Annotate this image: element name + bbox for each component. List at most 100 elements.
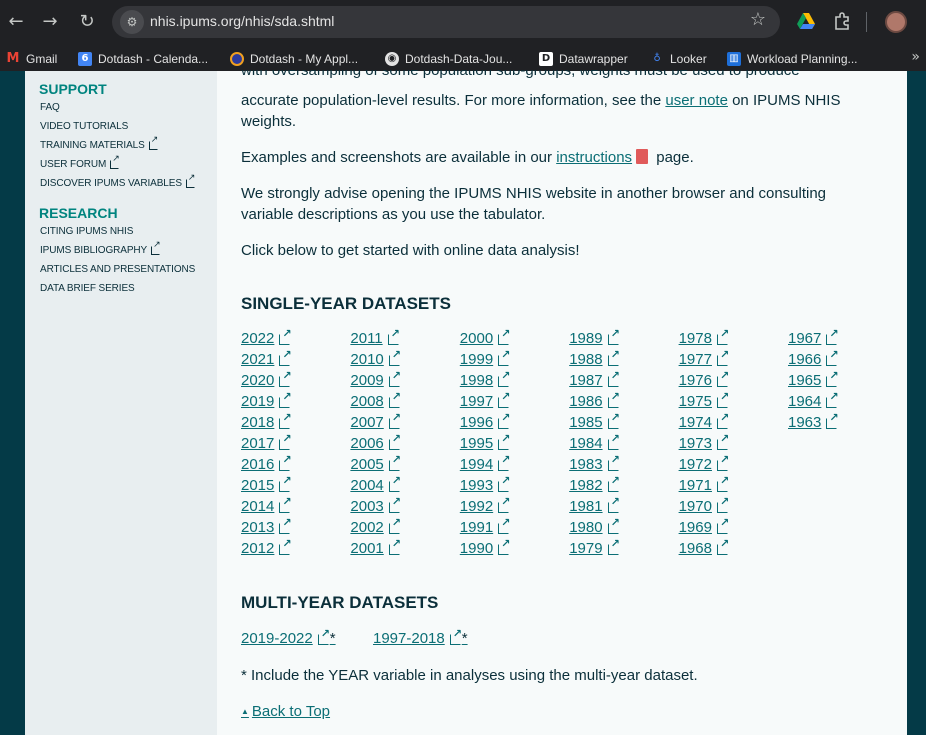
- bookmark-star-icon[interactable]: ☆: [750, 9, 766, 30]
- dataset-link-1972[interactable]: 1972: [679, 453, 730, 473]
- dataset-link-1963[interactable]: 1963: [788, 411, 839, 431]
- dataset-link-1999[interactable]: 1999: [460, 348, 511, 368]
- dataset-link-2008[interactable]: 2008: [350, 390, 401, 410]
- bookmark-dotdash-apps[interactable]: Dotdash - My Appl...: [230, 49, 358, 69]
- sidebar-link-discover-ipums-variables[interactable]: DISCOVER IPUMS VARIABLES: [40, 173, 195, 189]
- dataset-link-1966[interactable]: 1966: [788, 348, 839, 368]
- address-bar[interactable]: ⚙ nhis.ipums.org/nhis/sda.shtml ☆: [112, 6, 780, 38]
- reload-icon[interactable]: ↻: [73, 8, 101, 36]
- dataset-year-label: 1977: [678, 351, 712, 368]
- dataset-link-1980[interactable]: 1980: [569, 516, 620, 536]
- bookmark-datawrapper[interactable]: D Datawrapper: [539, 49, 628, 69]
- gmail-icon: M: [6, 51, 20, 66]
- bookmarks-overflow-icon[interactable]: »: [911, 49, 920, 65]
- sidebar-link-faq[interactable]: FAQ: [40, 102, 60, 113]
- external-link-icon: [279, 390, 292, 408]
- dataset-link-1998[interactable]: 1998: [460, 369, 511, 389]
- dataset-link-1970[interactable]: 1970: [679, 495, 730, 515]
- external-link-icon: [716, 348, 729, 366]
- bookmark-looker[interactable]: ♁ Looker: [650, 49, 706, 69]
- sidebar-link-articles-and-presentations[interactable]: ARTICLES AND PRESENTATIONS: [40, 264, 195, 275]
- dataset-link-2015[interactable]: 2015: [241, 474, 292, 494]
- external-link-icon: [607, 453, 620, 471]
- sidebar-link-training-materials[interactable]: TRAINING MATERIALS: [40, 135, 158, 151]
- bookmark-dotdash-calendar[interactable]: 6 Dotdash - Calenda...: [78, 49, 208, 69]
- dataset-link-2000[interactable]: 2000: [460, 327, 511, 347]
- dataset-link-1994[interactable]: 1994: [460, 453, 511, 473]
- profile-avatar[interactable]: [885, 11, 907, 33]
- dataset-link-1985[interactable]: 1985: [569, 411, 620, 431]
- dataset-year-label: 2009: [350, 372, 384, 389]
- dataset-link-1965[interactable]: 1965: [788, 369, 839, 389]
- extensions-icon[interactable]: [832, 11, 852, 31]
- dataset-link-2017[interactable]: 2017: [241, 432, 292, 452]
- dataset-link-2009[interactable]: 2009: [350, 369, 401, 389]
- dataset-link-2019[interactable]: 2019: [241, 390, 292, 410]
- dataset-link-2022[interactable]: 2022: [241, 327, 292, 347]
- google-drive-icon[interactable]: [796, 11, 816, 31]
- dataset-link-1990[interactable]: 1990: [460, 537, 511, 557]
- dataset-link-1977[interactable]: 1977: [678, 348, 730, 368]
- dataset-link-1975[interactable]: 1975: [679, 390, 730, 410]
- dataset-link-1983[interactable]: 1983: [569, 453, 620, 473]
- multi-year-link-1997-2018[interactable]: 1997-2018 *: [373, 627, 468, 647]
- url-text[interactable]: nhis.ipums.org/nhis/sda.shtml: [150, 13, 334, 29]
- back-to-top-link[interactable]: ▲ Back to Top: [241, 703, 330, 720]
- back-arrow-icon[interactable]: ←: [2, 8, 30, 36]
- dataset-link-1989[interactable]: 1989: [569, 327, 620, 347]
- dataset-link-1995[interactable]: 1995: [460, 432, 511, 452]
- dataset-link-1976[interactable]: 1976: [679, 369, 730, 389]
- dataset-link-2020[interactable]: 2020: [241, 369, 292, 389]
- bookmark-label: Workload Planning...: [747, 52, 858, 66]
- dataset-link-1968[interactable]: 1968: [679, 537, 730, 557]
- dataset-link-2007[interactable]: 2007: [350, 411, 401, 431]
- sidebar-link-user-forum[interactable]: USER FORUM: [40, 154, 120, 170]
- dataset-link-1982[interactable]: 1982: [569, 474, 620, 494]
- user-note-link[interactable]: user note: [665, 92, 728, 109]
- dataset-link-1997[interactable]: 1997: [460, 390, 511, 410]
- forward-arrow-icon[interactable]: →: [36, 8, 64, 36]
- dataset-link-2011[interactable]: 2011: [350, 327, 399, 347]
- dataset-link-2018[interactable]: 2018: [241, 411, 292, 431]
- dataset-link-1986[interactable]: 1986: [569, 390, 620, 410]
- instructions-link[interactable]: instructions: [556, 149, 632, 166]
- dataset-link-2001[interactable]: 2001: [350, 537, 401, 557]
- sidebar-link-data-brief-series[interactable]: DATA BRIEF SERIES: [40, 283, 135, 294]
- dataset-link-1971[interactable]: 1971: [679, 474, 730, 494]
- dataset-link-1981[interactable]: 1981: [569, 495, 620, 515]
- dataset-link-2010[interactable]: 2010: [350, 348, 401, 368]
- dataset-link-2002[interactable]: 2002: [350, 516, 401, 536]
- bookmark-workload-planning[interactable]: ▥ Workload Planning...: [727, 49, 858, 69]
- sidebar-link-citing-ipums-nhis[interactable]: CITING IPUMS NHIS: [40, 226, 133, 237]
- external-link-icon: [607, 432, 620, 450]
- dataset-link-1991[interactable]: 1991: [460, 516, 511, 536]
- bookmark-dotdash-data-journalism[interactable]: ◉ Dotdash-Data-Jou...: [385, 49, 512, 69]
- dataset-link-1988[interactable]: 1988: [569, 348, 620, 368]
- dataset-link-1964[interactable]: 1964: [788, 390, 839, 410]
- dataset-link-1978[interactable]: 1978: [679, 327, 730, 347]
- dataset-link-1967[interactable]: 1967: [788, 327, 839, 347]
- dataset-link-1996[interactable]: 1996: [460, 411, 511, 431]
- dataset-link-2003[interactable]: 2003: [350, 495, 401, 515]
- bookmark-gmail[interactable]: M Gmail: [6, 49, 58, 69]
- dataset-link-1974[interactable]: 1974: [679, 411, 730, 431]
- dataset-link-1984[interactable]: 1984: [569, 432, 620, 452]
- dataset-link-2005[interactable]: 2005: [350, 453, 401, 473]
- dataset-link-2021[interactable]: 2021: [241, 348, 292, 368]
- dataset-link-1973[interactable]: 1973: [679, 432, 730, 452]
- dataset-link-2016[interactable]: 2016: [241, 453, 292, 473]
- dataset-link-1987[interactable]: 1987: [569, 369, 620, 389]
- dataset-link-2006[interactable]: 2006: [350, 432, 401, 452]
- sidebar-link-ipums-bibliography[interactable]: IPUMS BIBLIOGRAPHY: [40, 240, 161, 256]
- dataset-link-1992[interactable]: 1992: [460, 495, 511, 515]
- dataset-link-1979[interactable]: 1979: [569, 537, 620, 557]
- sidebar-link-video-tutorials[interactable]: VIDEO TUTORIALS: [40, 121, 128, 132]
- dataset-link-2014[interactable]: 2014: [241, 495, 292, 515]
- dataset-link-1993[interactable]: 1993: [460, 474, 511, 494]
- site-settings-icon[interactable]: ⚙: [120, 10, 144, 34]
- dataset-link-2013[interactable]: 2013: [241, 516, 292, 536]
- dataset-link-2012[interactable]: 2012: [241, 537, 292, 557]
- dataset-link-1969[interactable]: 1969: [679, 516, 730, 536]
- multi-year-link-2019-2022[interactable]: 2019-2022 *: [241, 627, 336, 647]
- dataset-link-2004[interactable]: 2004: [350, 474, 401, 494]
